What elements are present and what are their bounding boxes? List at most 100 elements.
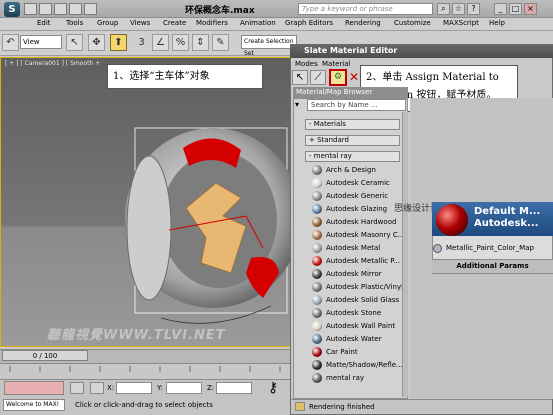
material-item[interactable]: Autodesk Metal (312, 242, 402, 254)
slate-title: Slate Material Editor (290, 44, 553, 58)
close-icon[interactable]: × (524, 3, 537, 15)
welcome-field[interactable]: Welcome to MAX! (3, 399, 65, 411)
material-item[interactable]: Autodesk Stone (312, 307, 402, 319)
material-swatch-icon (312, 191, 322, 201)
material-swatch-icon (312, 230, 322, 240)
callout-step-1: 1、选择“主车体”对象 (107, 64, 263, 89)
z-coordinate-field[interactable] (216, 382, 252, 394)
browser-options-icon[interactable]: ▾ (295, 100, 305, 110)
browser-scrollbar[interactable] (402, 112, 408, 397)
material-preview-sphere (436, 204, 468, 236)
group-materials[interactable]: - Materials (305, 119, 400, 130)
edit-named-sets-icon[interactable]: ✎ (212, 34, 229, 51)
percent-snap-icon[interactable]: % (172, 34, 189, 51)
save-file-icon[interactable] (54, 3, 67, 15)
assign-material-to-selection-button[interactable]: ⚙ (329, 69, 347, 86)
material-item[interactable]: Autodesk Hardwood (312, 216, 402, 228)
select-by-name-icon[interactable]: ⬆ (110, 34, 127, 51)
material-item-label: Autodesk Solid Glass (326, 296, 400, 304)
menu-animation[interactable]: Animation (240, 19, 276, 27)
key-icon[interactable]: ⚷ (268, 380, 278, 396)
material-item[interactable]: Autodesk Glazing (312, 203, 402, 215)
slate-menu-modes[interactable]: Modes (295, 60, 318, 68)
menu-create[interactable]: Create (163, 19, 186, 27)
app-logo-icon[interactable]: S (4, 2, 20, 17)
angle-snap-icon[interactable]: ∠ (152, 34, 169, 51)
new-file-icon[interactable] (24, 3, 37, 15)
material-item-label: Autodesk Generic (326, 192, 389, 200)
node-slot-label[interactable]: Metallic_Paint_Color_Map (432, 242, 553, 254)
material-swatch-icon (312, 282, 322, 292)
x-coordinate-field[interactable] (116, 382, 152, 394)
material-item[interactable]: Car Paint (312, 346, 402, 358)
material-item[interactable]: Autodesk Mirror (312, 268, 402, 280)
absolute-mode-icon[interactable] (90, 382, 104, 394)
slate-status-bar: Rendering finished (291, 399, 552, 414)
menu-rendering[interactable]: Rendering (345, 19, 381, 27)
lock-selection-icon[interactable] (70, 382, 84, 394)
snap-toggle-icon[interactable]: 3 (133, 34, 150, 51)
material-item-label: Autodesk Metal (326, 244, 381, 252)
menu-edit[interactable]: Edit (37, 19, 51, 27)
group-mental-ray[interactable]: - mental ray (305, 151, 400, 162)
open-file-icon[interactable] (39, 3, 52, 15)
browser-search-input[interactable]: Search by Name ... (307, 99, 406, 111)
status-prompt: Click or click-and-drag to select object… (75, 401, 213, 409)
node-footer[interactable]: Additional Params (432, 259, 553, 273)
material-item[interactable]: Matte/Shadow/Refle... (312, 359, 402, 371)
time-slider[interactable]: 0 / 100 (2, 350, 88, 361)
material-swatch-icon (312, 204, 322, 214)
material-swatch-icon (312, 347, 322, 357)
material-item[interactable]: Autodesk Plastic/Vinyl (312, 281, 402, 293)
material-item-label: Arch & Design (326, 166, 376, 174)
material-item[interactable]: Arch & Design (312, 164, 402, 176)
undo-icon[interactable] (69, 3, 82, 15)
material-item[interactable]: Autodesk Metallic P... (312, 255, 402, 267)
move-icon[interactable]: ✥ (88, 34, 105, 51)
menu-customize[interactable]: Customize (394, 19, 431, 27)
material-swatch-icon (312, 165, 322, 175)
redo-icon[interactable] (84, 3, 97, 15)
menu-tools[interactable]: Tools (66, 19, 83, 27)
menu-maxscript[interactable]: MAXScript (443, 19, 479, 27)
spinner-snap-icon[interactable]: ⇕ (192, 34, 209, 51)
y-coordinate-field[interactable] (166, 382, 202, 394)
track-bar-ruler[interactable] (0, 363, 296, 379)
menu-views[interactable]: Views (130, 19, 150, 27)
named-selection-set-combo[interactable]: Create Selection Set (241, 35, 297, 57)
material-item[interactable]: Autodesk Water (312, 333, 402, 345)
reference-coord-combo[interactable]: View (20, 35, 62, 49)
material-item[interactable]: Autodesk Generic (312, 190, 402, 202)
material-item[interactable]: Autodesk Masonry C... (312, 229, 402, 241)
put-to-scene-icon[interactable]: ⟋ (310, 70, 326, 85)
maximize-icon[interactable]: □ (509, 3, 522, 15)
slate-menu-material[interactable]: Material (322, 60, 350, 68)
material-item-label: Autodesk Water (326, 335, 382, 343)
material-item[interactable]: Autodesk Wall Paint (312, 320, 402, 332)
wheel-chair-model (125, 127, 295, 324)
menu-group[interactable]: Group (97, 19, 118, 27)
menu-help[interactable]: Help (489, 19, 505, 27)
camera-viewport[interactable]: [ + ] [ Camera001 ] [ Smooth + 聽龍視覺WWW.T… (0, 57, 296, 347)
viewport-label[interactable]: [ + ] [ Camera001 ] [ Smooth + (5, 60, 100, 67)
star-icon[interactable]: ☆ (452, 3, 465, 15)
search-input[interactable]: Type a keyword or phrase (298, 3, 433, 15)
material-item-label: Autodesk Metallic P... (326, 257, 401, 265)
group-standard[interactable]: + Standard (305, 135, 400, 146)
material-item-label: Car Paint (326, 348, 358, 356)
maxscript-listener-pane[interactable] (4, 381, 64, 395)
material-item[interactable]: Autodesk Ceramic (312, 177, 402, 189)
wheel-rim-side (126, 155, 172, 301)
menu-modifiers[interactable]: Modifiers (196, 19, 228, 27)
undo-arrow-icon[interactable]: ↶ (2, 34, 19, 51)
menu-graph-editors[interactable]: Graph Editors (285, 19, 333, 27)
material-swatch-icon (312, 295, 322, 305)
select-object-icon[interactable]: ↖ (66, 34, 83, 51)
material-item[interactable]: Autodesk Solid Glass (312, 294, 402, 306)
material-item-label: Matte/Shadow/Refle... (326, 361, 402, 369)
pick-material-icon[interactable]: ↖ (292, 70, 308, 85)
binoculars-icon[interactable]: ⌕ (437, 3, 450, 15)
help-icon[interactable]: ? (467, 3, 480, 15)
material-item[interactable]: mental ray (312, 372, 402, 384)
minimize-icon[interactable]: _ (494, 3, 507, 15)
